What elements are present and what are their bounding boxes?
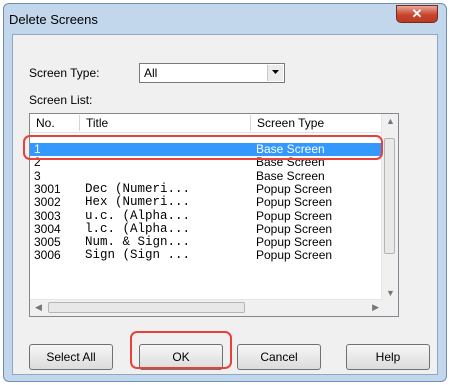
row-title: Hex (Numeri... [85, 195, 191, 210]
horizontal-scrollbar[interactable]: ◀ ▶ [30, 299, 383, 316]
chevron-down-icon [272, 70, 279, 74]
table-row[interactable]: 3 Base Screen [30, 168, 383, 183]
row-title: Sign (Sign ... [85, 248, 191, 263]
dialog-body: Screen Type: All Screen List: No. Title … [12, 34, 438, 375]
scroll-down-icon[interactable]: ▼ [386, 288, 395, 298]
row-screen-type: Popup Screen [256, 221, 333, 236]
scroll-left-icon[interactable]: ◀ [35, 302, 42, 313]
scroll-up-icon[interactable]: ▲ [386, 116, 395, 126]
table-row[interactable]: 3002 Hex (Numeri... Popup Screen [30, 196, 383, 209]
title-bar[interactable]: Delete Screens ✕ [4, 4, 446, 33]
scroll-right-icon[interactable]: ▶ [372, 302, 379, 313]
table-row[interactable]: 3006 Sign (Sign ... Popup Screen [30, 249, 383, 262]
column-divider[interactable] [79, 115, 80, 131]
row-number: 3 [34, 168, 41, 183]
help-button[interactable]: Help [346, 344, 430, 370]
dialog-title: Delete Screens [9, 12, 98, 27]
row-screen-type: Popup Screen [256, 181, 333, 196]
dropdown-arrow-button[interactable] [267, 65, 283, 81]
row-number: 3004 [34, 221, 61, 236]
row-title: l.c. (Alpha... [85, 221, 191, 236]
select-all-button[interactable]: Select All [29, 344, 113, 370]
table-row[interactable]: 3001 Dec (Numeri... Popup Screen [30, 181, 383, 196]
close-button[interactable]: ✕ [396, 5, 438, 23]
column-header-screen-type[interactable]: Screen Type [257, 116, 324, 130]
row-title: Dec (Numeri... [85, 181, 191, 196]
table-row[interactable]: 3004 l.c. (Alpha... Popup Screen [30, 221, 383, 236]
scrollbar-corner [382, 300, 398, 316]
table-row[interactable]: 3003 u.c. (Alpha... Popup Screen [30, 208, 383, 223]
row-number: 3005 [34, 235, 61, 250]
close-icon: ✕ [411, 6, 423, 21]
column-divider[interactable] [250, 115, 251, 131]
screen-type-value: All [144, 66, 158, 80]
row-title: Num. & Sign... [85, 235, 191, 250]
selected-row-highlight [23, 135, 383, 160]
vertical-scrollbar[interactable]: ▲ ▼ [381, 114, 398, 300]
vertical-scroll-thumb[interactable] [384, 138, 395, 254]
delete-screens-dialog: Delete Screens ✕ Screen Type: All Screen… [3, 3, 447, 382]
row-screen-type: Popup Screen [256, 248, 333, 263]
cancel-button[interactable]: Cancel [237, 344, 321, 370]
row-title: u.c. (Alpha... [85, 208, 191, 223]
row-screen-type: Popup Screen [256, 195, 333, 210]
row-number: 3002 [34, 195, 61, 210]
row-screen-type: Popup Screen [256, 235, 333, 250]
column-header-title[interactable]: Title [86, 116, 108, 130]
row-screen-type: Base Screen [256, 168, 325, 183]
row-number: 3006 [34, 248, 61, 263]
horizontal-scroll-thumb[interactable] [48, 302, 245, 313]
row-number: 3001 [34, 181, 61, 196]
row-screen-type: Popup Screen [256, 208, 333, 223]
row-number: 3003 [34, 208, 61, 223]
screen-type-select[interactable]: All [139, 63, 285, 83]
screen-type-label: Screen Type: [29, 66, 100, 80]
ok-button-highlight [130, 331, 232, 369]
screen-list-label: Screen List: [29, 93, 93, 107]
table-row[interactable]: 3005 Num. & Sign... Popup Screen [30, 236, 383, 249]
column-header-no[interactable]: No. [36, 116, 55, 130]
list-header: No. Title Screen Type [30, 114, 383, 133]
